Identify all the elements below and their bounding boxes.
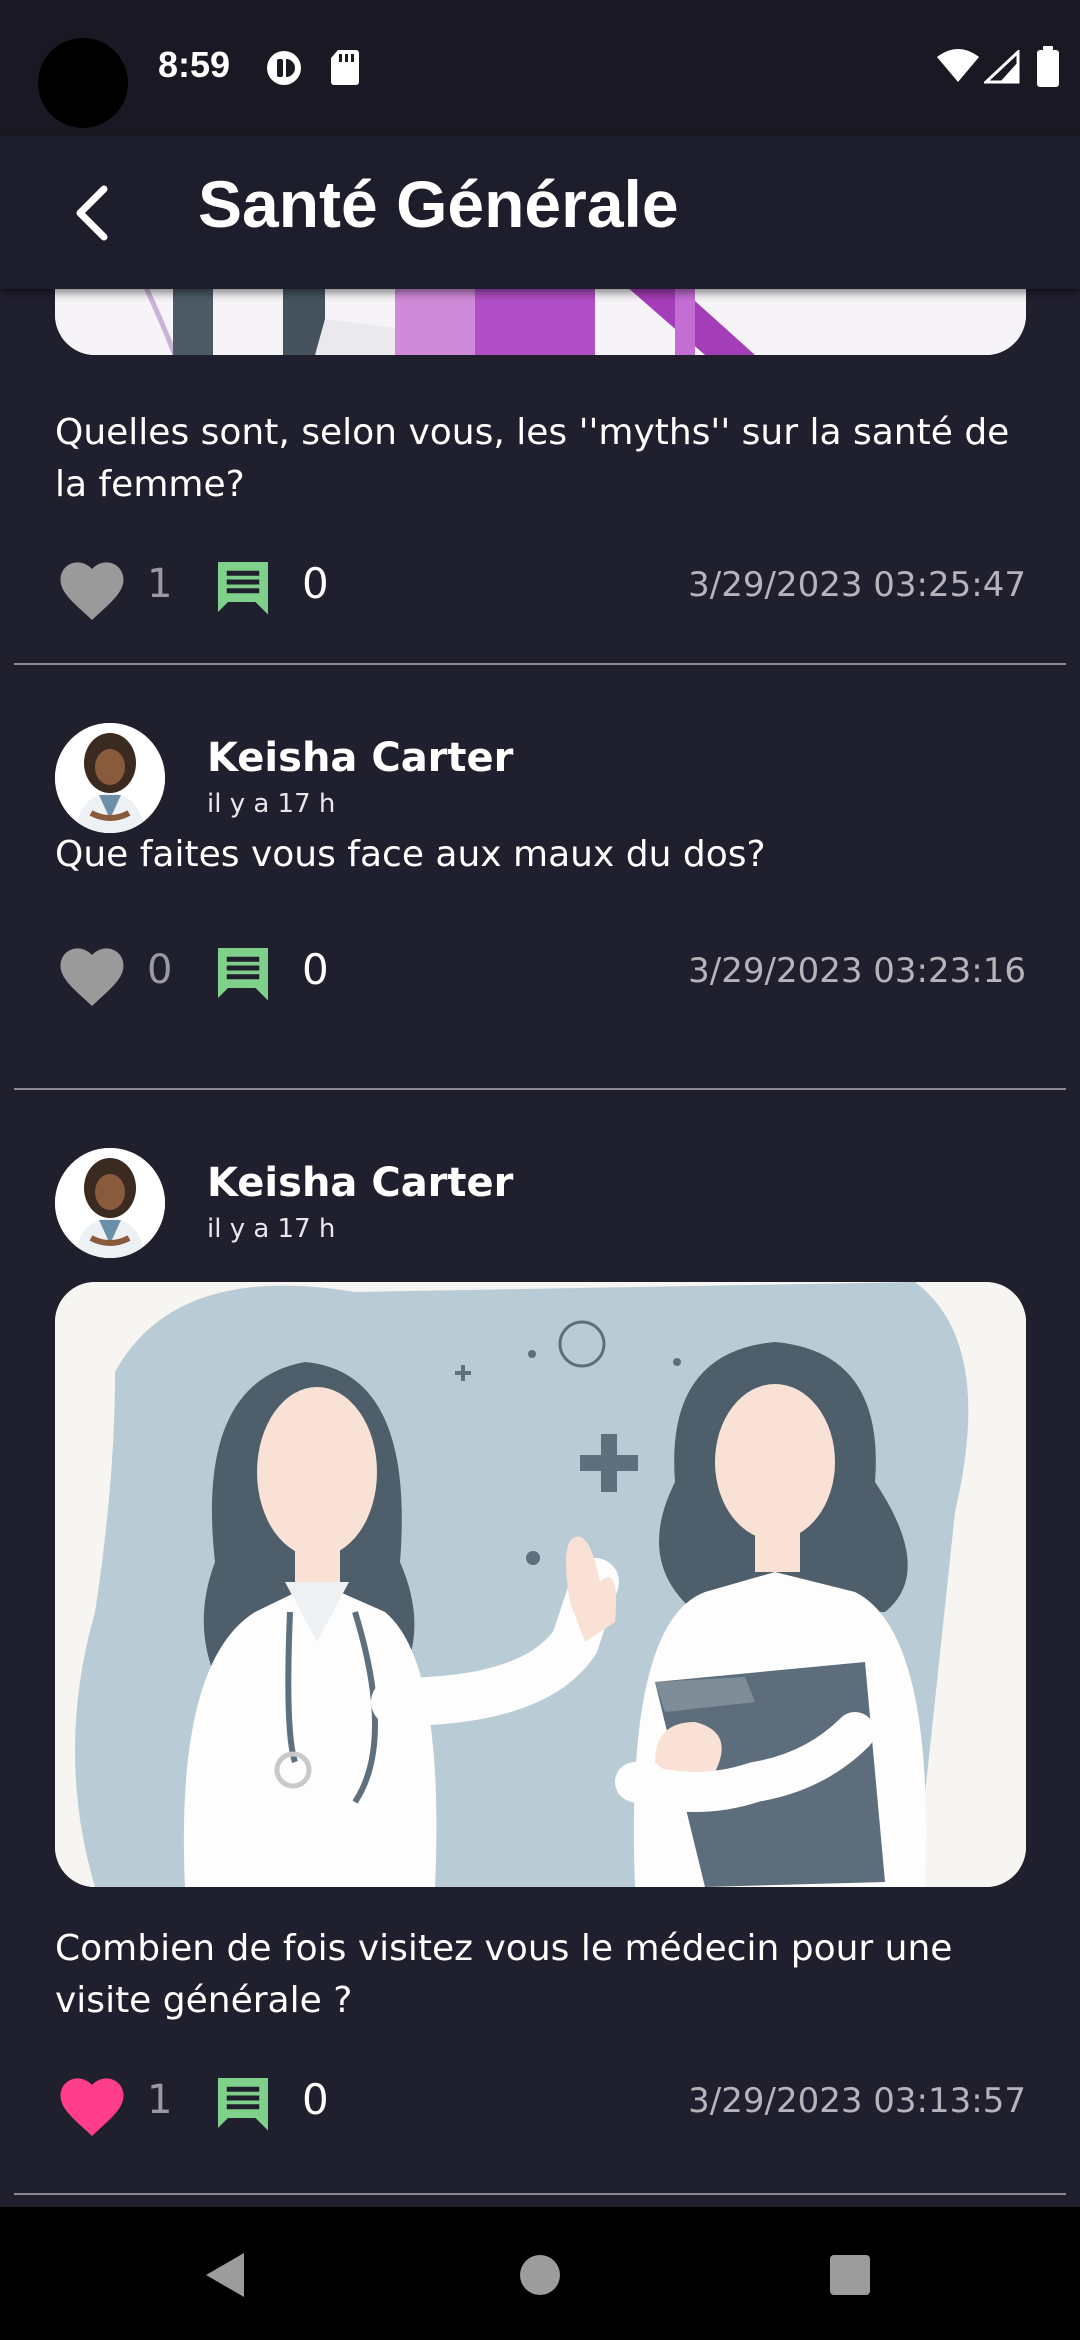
post-card[interactable]: Quelles sont, selon vous, les ''myths'' … [0, 289, 1080, 669]
like-count: 1 [147, 561, 173, 607]
status-time: 8:59 [158, 44, 231, 85]
comment-count: 0 [302, 2075, 329, 2124]
battery-icon [1037, 46, 1059, 87]
comment-icon[interactable] [213, 2073, 273, 2133]
page-title: Santé Générale [198, 167, 679, 241]
illustration-image [55, 289, 1026, 355]
comment-count: 0 [302, 559, 329, 608]
post-actions: 1 0 3/29/2023 03:25:47 [55, 547, 1026, 627]
post-timestamp: 3/29/2023 03:13:57 [688, 2081, 1026, 2121]
back-triangle-icon[interactable] [194, 2243, 258, 2307]
post-card[interactable]: Keisha Carter il y a 17 h Que faites vou… [0, 665, 1080, 1090]
avatar-image [55, 723, 165, 833]
heart-icon[interactable] [55, 2073, 129, 2139]
wifi-icon [937, 49, 979, 82]
signal-icon [984, 50, 1020, 84]
author-avatar[interactable] [55, 1148, 165, 1258]
doctors-illustration-image [55, 1282, 1026, 1887]
status-bar: 8:59 [0, 0, 1080, 136]
post-card[interactable]: Keisha Carter il y a 17 h Combien de foi… [0, 1090, 1080, 2190]
chevron-left-icon [76, 185, 108, 241]
recents-square-icon[interactable] [818, 2243, 882, 2307]
post-timestamp: 3/29/2023 03:25:47 [688, 565, 1026, 605]
avatar-image [55, 1148, 165, 1258]
heart-icon[interactable] [55, 943, 129, 1009]
post-text: Que faites vous face aux maux du dos? [55, 834, 766, 875]
author-name[interactable]: Keisha Carter [207, 735, 513, 781]
post-relative-time: il y a 17 h [207, 789, 336, 819]
post-relative-time: il y a 17 h [207, 1214, 336, 1244]
app-bar: Santé Générale [0, 136, 1080, 289]
like-count: 0 [147, 947, 173, 993]
author-name[interactable]: Keisha Carter [207, 1160, 513, 1206]
post-image[interactable] [55, 289, 1026, 355]
comment-icon[interactable] [213, 943, 273, 1003]
like-count: 1 [147, 2077, 173, 2123]
post-text: Combien de fois visitez vous le médecin … [55, 1928, 953, 2021]
post-text: Quelles sont, selon vous, les ''myths'' … [55, 412, 1010, 505]
data-saver-icon [267, 51, 301, 85]
author-avatar[interactable] [55, 723, 165, 833]
sd-card-icon [331, 50, 359, 85]
post-divider [14, 2193, 1066, 2195]
home-circle-icon[interactable] [508, 2243, 572, 2307]
back-button[interactable] [48, 168, 138, 258]
comment-count: 0 [302, 945, 329, 994]
post-timestamp: 3/29/2023 03:23:16 [688, 951, 1026, 991]
heart-icon[interactable] [55, 557, 129, 623]
camera-cutout [38, 38, 128, 128]
post-actions: 1 0 3/29/2023 03:13:57 [55, 2063, 1026, 2143]
comment-icon[interactable] [213, 557, 273, 617]
post-actions: 0 0 3/29/2023 03:23:16 [55, 933, 1026, 1013]
post-image[interactable] [55, 1282, 1026, 1887]
system-nav-bar [0, 2207, 1080, 2340]
post-feed[interactable]: Quelles sont, selon vous, les ''myths'' … [0, 289, 1080, 2207]
